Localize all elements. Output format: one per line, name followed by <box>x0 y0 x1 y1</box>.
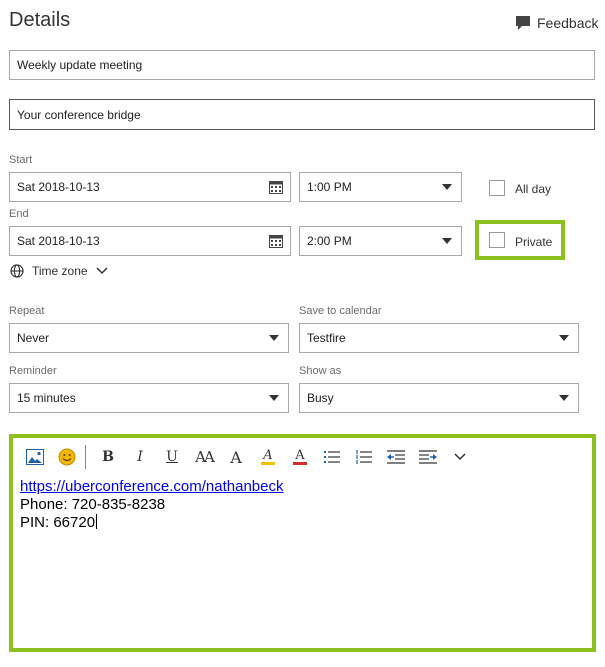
feedback-button[interactable]: Feedback <box>515 15 598 31</box>
reminder-label: Reminder <box>9 365 57 377</box>
emoji-icon <box>58 448 76 466</box>
globe-icon <box>10 264 24 278</box>
save-to-calendar-value: Testfire <box>307 331 346 345</box>
save-to-calendar-label: Save to calendar <box>299 305 382 317</box>
chevron-down-icon <box>260 384 288 412</box>
decrease-indent-button[interactable] <box>380 444 412 470</box>
italic-button[interactable]: I <box>124 444 156 470</box>
chevron-down-icon <box>260 324 288 352</box>
location-input[interactable]: Your conference bridge <box>9 99 595 130</box>
formatting-toolbar: B I U AA A A A <box>19 444 476 470</box>
phone-line: Phone: 720-835-8238 <box>20 496 166 513</box>
numbering-button[interactable] <box>348 444 380 470</box>
font-size-button[interactable]: AA <box>188 444 220 470</box>
end-date-value: Sat 2018-10-13 <box>17 234 100 248</box>
repeat-value: Never <box>17 331 50 345</box>
time-zone-label: Time zone <box>32 264 88 278</box>
highlight-button[interactable]: A <box>252 444 284 470</box>
bold-button[interactable]: B <box>92 444 124 470</box>
bold-icon: B <box>102 449 114 465</box>
font-color-button[interactable]: A <box>284 444 316 470</box>
show-as-label: Show as <box>299 365 342 377</box>
numbered-list-icon <box>356 450 372 464</box>
font-color-icon: A <box>293 449 307 465</box>
start-date-value: Sat 2018-10-13 <box>17 180 100 194</box>
bullets-button[interactable] <box>316 444 348 470</box>
bulleted-list-icon <box>324 451 340 463</box>
private-checkbox[interactable] <box>489 232 505 248</box>
insert-picture-button[interactable] <box>19 444 51 470</box>
insert-emoji-button[interactable] <box>51 444 83 470</box>
show-as-value: Busy <box>307 391 334 405</box>
grow-font-button[interactable]: A <box>220 444 252 470</box>
grow-font-icon: A <box>230 447 242 467</box>
event-title-input[interactable]: Weekly update meeting <box>9 50 595 80</box>
private-label: Private <box>515 235 553 249</box>
calendar-icon[interactable] <box>262 173 290 201</box>
reminder-value: 15 minutes <box>17 391 76 405</box>
repeat-select[interactable]: Never <box>9 323 289 353</box>
end-label: End <box>9 208 29 220</box>
page-title: Details <box>9 9 71 31</box>
pin-line: PIN: 66720 <box>20 514 96 531</box>
font-size-icon: AA <box>195 448 215 466</box>
more-formatting-button[interactable] <box>444 444 476 470</box>
location-value: Your conference bridge <box>17 107 141 122</box>
increase-indent-button[interactable] <box>412 444 444 470</box>
start-date-input[interactable]: Sat 2018-10-13 <box>9 172 291 202</box>
chevron-down-icon <box>433 227 461 255</box>
chevron-down-icon <box>433 173 461 201</box>
repeat-label: Repeat <box>9 305 45 317</box>
end-time-select[interactable]: 2:00 PM <box>299 226 462 256</box>
event-title-value: Weekly update meeting <box>17 58 143 72</box>
highlight-icon: A <box>261 449 275 465</box>
end-date-input[interactable]: Sat 2018-10-13 <box>9 226 291 256</box>
chevron-down-icon <box>454 453 466 461</box>
text-cursor <box>96 514 98 529</box>
start-time-value: 1:00 PM <box>307 180 352 194</box>
chevron-down-icon <box>550 324 578 352</box>
chevron-down-icon <box>96 267 108 275</box>
decrease-indent-icon <box>387 450 405 464</box>
italic-icon: I <box>137 449 143 465</box>
picture-icon <box>26 449 44 465</box>
conference-link[interactable]: https://uberconference.com/nathanbeck <box>20 478 284 495</box>
reminder-select[interactable]: 15 minutes <box>9 383 289 413</box>
underline-icon: U <box>166 449 178 465</box>
underline-button[interactable]: U <box>156 444 188 470</box>
calendar-icon[interactable] <box>262 227 290 255</box>
start-label: Start <box>9 154 33 166</box>
event-body-editor[interactable]: B I U AA A A A https://uberconference.co… <box>9 434 596 652</box>
increase-indent-icon <box>419 450 437 464</box>
feedback-label: Feedback <box>537 15 599 31</box>
show-as-select[interactable]: Busy <box>299 383 579 413</box>
save-to-calendar-select[interactable]: Testfire <box>299 323 579 353</box>
all-day-checkbox[interactable] <box>489 180 505 196</box>
toolbar-divider <box>85 445 86 469</box>
start-time-select[interactable]: 1:00 PM <box>299 172 462 202</box>
all-day-label: All day <box>515 182 552 196</box>
end-time-value: 2:00 PM <box>307 234 352 248</box>
time-zone-toggle[interactable]: Time zone <box>10 264 108 278</box>
editor-content[interactable]: https://uberconference.com/nathanbeck Ph… <box>20 478 284 532</box>
feedback-icon <box>516 16 530 30</box>
chevron-down-icon <box>550 384 578 412</box>
